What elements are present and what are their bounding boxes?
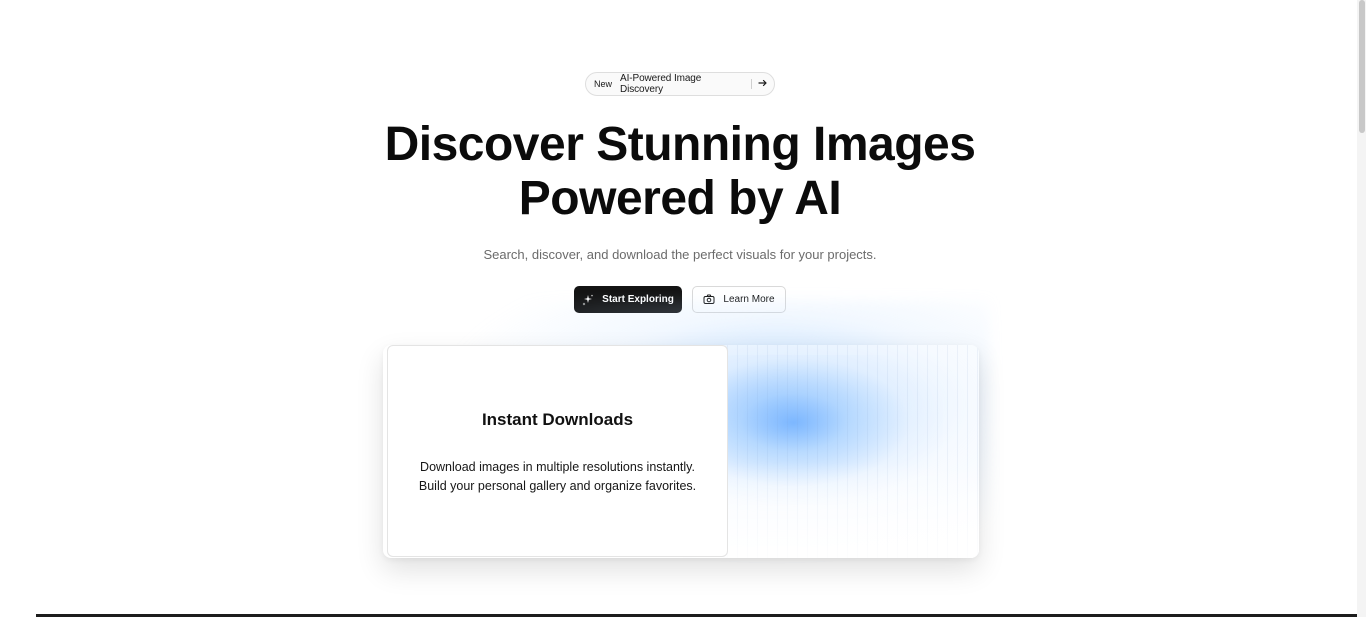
page-title-line2: Powered by AI xyxy=(518,172,842,225)
page-subtitle: Search, discover, and download the perfe… xyxy=(483,247,877,262)
feature-card-title: Instant Downloads xyxy=(481,410,634,429)
feature-card: Instant Downloads Download images in mul… xyxy=(387,345,728,557)
page-title: Discover Stunning Images Powered by AI xyxy=(0,118,1360,226)
feature-card-description: Download images in multiple resolutions … xyxy=(388,458,727,496)
announcement-badge: New xyxy=(594,79,613,89)
arrow-right-icon xyxy=(758,78,768,91)
showcase-fade xyxy=(727,345,979,558)
feature-card-description-line2: Build your personal gallery and organize… xyxy=(418,479,697,493)
feature-card-description-line1: Download images in multiple resolutions … xyxy=(420,460,695,474)
scrollbar-thumb[interactable] xyxy=(1359,0,1365,133)
landing-page: New AI-Powered Image Discovery Discover … xyxy=(0,0,1366,617)
vertical-scrollbar[interactable] xyxy=(1357,0,1366,617)
announcement-pill[interactable]: New AI-Powered Image Discovery xyxy=(585,72,775,96)
announcement-divider xyxy=(751,79,752,89)
announcement-text: AI-Powered Image Discovery xyxy=(620,73,702,95)
page-title-line1: Discover Stunning Images xyxy=(384,118,976,171)
feature-showcase: Instant Downloads Download images in mul… xyxy=(383,345,979,558)
